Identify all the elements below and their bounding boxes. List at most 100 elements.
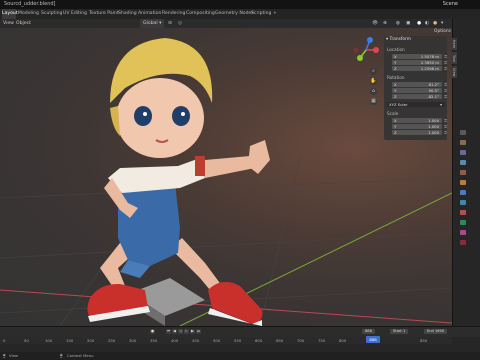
jump-end-icon[interactable]: ⏭: [196, 329, 201, 334]
current-frame-field[interactable]: 888: [362, 329, 375, 334]
play-icon[interactable]: ▷: [184, 329, 189, 334]
scene-label[interactable]: Scene: [443, 0, 458, 9]
scale-x-field[interactable]: X 1.000 ⚿: [392, 118, 447, 123]
tab-layout[interactable]: Layout: [2, 9, 18, 19]
output-properties-icon[interactable]: [460, 150, 466, 155]
tool-properties-icon[interactable]: [460, 130, 466, 135]
lock-icon[interactable]: ⚿: [444, 130, 447, 135]
view-layer-icon[interactable]: [460, 160, 466, 165]
status-context-menu-text: Context Menu: [67, 353, 94, 358]
lock-icon[interactable]: ⚿: [444, 66, 447, 71]
zoom-icon[interactable]: ⌕: [370, 68, 377, 75]
transform-orientation-dropdown[interactable]: Global ▾: [140, 19, 165, 28]
snap-icon[interactable]: ⊞: [168, 19, 172, 28]
gizmo-y-handle: [357, 55, 363, 61]
modifier-icon[interactable]: [460, 190, 466, 195]
shading-material-icon[interactable]: ◐: [425, 19, 429, 28]
lock-icon[interactable]: ⚿: [444, 60, 447, 65]
end-frame-field[interactable]: End 1600: [424, 329, 448, 334]
shading-rendered-icon[interactable]: ●: [433, 19, 437, 28]
prev-keyframe-icon[interactable]: ◀: [172, 329, 177, 334]
npanel-tab-tool[interactable]: Tool: [451, 52, 457, 64]
lock-icon[interactable]: ⚿: [444, 88, 447, 93]
gizmo-z-handle: [367, 37, 373, 43]
gizmo-toggle-icon[interactable]: ⊕: [383, 19, 387, 28]
menu-object[interactable]: Object: [16, 19, 31, 28]
timeline-tick: 300: [129, 338, 137, 343]
npanel-tab-view[interactable]: View: [451, 66, 457, 78]
shading-solid-icon[interactable]: ●: [417, 19, 421, 28]
window-title: Sourcd_udder.blend]: [4, 1, 56, 7]
grid-line: [0, 232, 452, 259]
scale-z-field[interactable]: Z 1.000 ⚿: [392, 130, 447, 135]
tab-modeling[interactable]: Modeling: [18, 9, 39, 19]
shoe-right: [208, 281, 263, 324]
render-properties-icon[interactable]: [460, 140, 466, 145]
tab-rendering[interactable]: Rendering: [162, 9, 185, 19]
object-properties-icon[interactable]: [460, 180, 466, 185]
status-view-text: View: [9, 353, 19, 358]
scale-y-field[interactable]: Y 1.000 ⚿: [392, 124, 447, 129]
jump-start-icon[interactable]: ⏮: [166, 329, 171, 334]
tab-shading[interactable]: Shading: [118, 9, 137, 19]
timeline-tick: 0: [3, 338, 6, 343]
visibility-icon[interactable]: 👁: [372, 19, 378, 28]
tab-uv-editing[interactable]: UV Editing: [63, 9, 87, 19]
scene-properties-icon[interactable]: [460, 170, 466, 175]
title-bar: Sourcd_udder.blend] Scene: [0, 0, 480, 9]
rotation-x-field[interactable]: X 61.2° ⚿: [392, 82, 447, 87]
rotation-z-field[interactable]: Z -82.1° ⚿: [392, 94, 447, 99]
grid-view-icon[interactable]: ▦: [370, 98, 377, 105]
material-icon[interactable]: [460, 230, 466, 235]
end-label: End: [427, 329, 434, 333]
lock-icon[interactable]: ⚿: [444, 124, 447, 129]
timeline-tick: 700: [297, 338, 305, 343]
location-y-field[interactable]: Y 2.3650 m ⚿: [392, 60, 447, 65]
timeline-tick: 450: [192, 338, 200, 343]
texture-icon[interactable]: [460, 240, 466, 245]
rotation-mode-dropdown[interactable]: XYZ Euler ▾: [387, 102, 445, 107]
lock-icon[interactable]: ⚿: [444, 118, 447, 123]
rotation-x-axis: X: [394, 82, 397, 87]
xray-icon[interactable]: ▣: [406, 19, 410, 28]
overlay-icon[interactable]: ◍: [396, 19, 400, 28]
tab-scripting[interactable]: Scripting: [251, 9, 271, 19]
next-keyframe-icon[interactable]: ▶: [190, 329, 195, 334]
npanel-tab-item[interactable]: Item: [451, 38, 457, 50]
character: [87, 38, 270, 326]
location-x-field[interactable]: X 1.5078 m ⚿: [392, 54, 447, 59]
physics-icon[interactable]: [460, 200, 466, 205]
play-reverse-icon[interactable]: ◁: [178, 329, 183, 334]
rotation-z-axis: Z: [394, 94, 397, 99]
start-frame-field[interactable]: Start 1: [390, 329, 409, 334]
eye-right-highlight: [181, 112, 185, 116]
tab-animation[interactable]: Animation: [138, 9, 161, 19]
playhead[interactable]: 888: [366, 336, 380, 343]
shading-options-icon[interactable]: ▾: [441, 19, 443, 28]
transform-title-text: Transform: [389, 37, 411, 42]
tab-sculpting[interactable]: Sculpting: [41, 9, 62, 19]
proportional-edit-icon[interactable]: ◎: [178, 19, 182, 28]
location-z-field[interactable]: Z 1.2598 m ⚿: [392, 66, 447, 71]
tab-add[interactable]: +: [273, 9, 277, 19]
navigation-gizmo[interactable]: [352, 36, 380, 64]
transform-panel-title[interactable]: ▾ Transform: [386, 37, 411, 42]
data-properties-icon[interactable]: [460, 220, 466, 225]
lock-icon[interactable]: ⚿: [444, 82, 447, 87]
tab-compositing[interactable]: Compositing: [186, 9, 215, 19]
tab-geometry-nodes[interactable]: Geometry Nodes: [215, 9, 254, 19]
record-button[interactable]: ●: [150, 329, 155, 334]
rotation-mode-value: XYZ Euler: [389, 102, 408, 107]
lock-icon[interactable]: ⚿: [444, 94, 447, 99]
tab-texture-paint[interactable]: Texture Paint: [89, 9, 119, 19]
pan-hand-icon[interactable]: ✋: [370, 78, 377, 85]
camera-view-icon[interactable]: ⌂: [370, 88, 377, 95]
constraint-icon[interactable]: [460, 210, 466, 215]
status-bar: 🖱 View 🖱 Context Menu: [0, 352, 480, 360]
rotation-y-field[interactable]: Y 90.5° ⚿: [392, 88, 447, 93]
timeline-ruler[interactable]: 0 50 100 150 200 250 300 350 400 450 500…: [0, 337, 452, 344]
end-value: 1600: [435, 329, 445, 333]
lock-icon[interactable]: ⚿: [444, 54, 447, 59]
location-z-value: 1.2598 m: [420, 66, 439, 71]
menu-view[interactable]: View: [3, 19, 14, 28]
